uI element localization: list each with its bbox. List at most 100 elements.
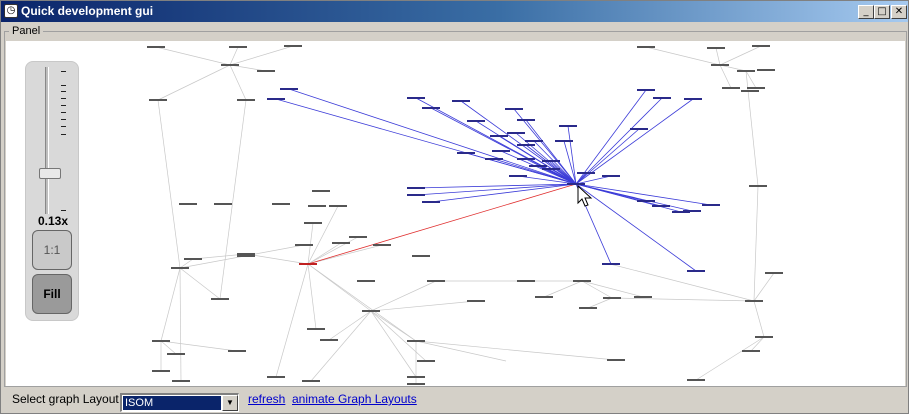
highlighted-node[interactable] [407,97,425,99]
highlighted-node[interactable] [555,140,573,142]
graph-node[interactable] [687,379,705,381]
highlighted-node[interactable] [467,120,485,122]
graph-node[interactable] [349,236,367,238]
highlighted-node[interactable] [280,88,298,90]
graph-node[interactable] [579,307,597,309]
highlighted-node[interactable] [490,135,508,137]
highlighted-node[interactable] [492,150,510,152]
graph-node[interactable] [722,87,740,89]
graph-node[interactable] [634,296,652,298]
graph-node[interactable] [707,47,725,49]
minimize-icon[interactable]: _ [858,5,874,19]
highlighted-node[interactable] [702,204,720,206]
highlighted-node[interactable] [653,97,671,99]
graph-node[interactable] [237,99,255,101]
highlighted-node[interactable] [509,175,527,177]
graph-view[interactable] [6,41,905,386]
graph-node[interactable] [607,359,625,361]
highlighted-node[interactable] [652,205,670,207]
graph-node[interactable] [228,350,246,352]
graph-node[interactable] [295,244,313,246]
graph-node[interactable] [742,350,760,352]
highlighted-node[interactable] [637,200,655,202]
graph-node[interactable] [362,310,380,312]
dropdown-arrow-icon[interactable]: ▼ [222,395,238,411]
highlighted-node[interactable] [672,211,690,213]
maximize-icon[interactable]: □ [874,5,890,19]
graph-node[interactable] [320,339,338,341]
graph-node[interactable] [765,272,783,274]
layout-select[interactable]: ISOM ▼ [120,393,239,412]
graph-node[interactable] [427,280,445,282]
highlighted-node[interactable] [559,125,577,127]
graph-node[interactable] [171,267,189,269]
title-bar[interactable]: ◷ Quick development gui _ □ ✕ [1,1,908,22]
graph-node[interactable] [749,185,767,187]
highlighted-node[interactable] [602,175,620,177]
graph-node[interactable] [167,353,185,355]
highlighted-node[interactable] [529,165,547,167]
graph-node[interactable] [747,87,765,89]
highlighted-node[interactable] [485,158,503,160]
graph-node[interactable] [517,280,535,282]
highlighted-node[interactable] [637,89,655,91]
graph-node[interactable] [312,190,330,192]
graph-node[interactable] [184,258,202,260]
highlighted-node[interactable] [577,172,595,174]
graph-node[interactable] [737,70,755,72]
graph-node[interactable] [407,340,425,342]
highlighted-node[interactable] [452,100,470,102]
graph-node[interactable] [179,203,197,205]
zoom-one-to-one-button[interactable]: 1:1 [32,230,72,270]
zoom-slider-thumb[interactable] [39,168,61,179]
highlighted-node[interactable] [517,119,535,121]
graph-node[interactable] [755,336,773,338]
graph-node[interactable] [573,280,591,282]
highlighted-node[interactable] [517,144,535,146]
graph-node[interactable] [711,64,729,66]
graph-node[interactable] [407,383,425,385]
zoom-fill-button[interactable]: Fill [32,274,72,314]
graph-node[interactable] [757,69,775,71]
graph-node[interactable] [237,255,255,257]
highlighted-node[interactable] [422,201,440,203]
graph-node[interactable] [332,242,350,244]
graph-node[interactable] [284,45,302,47]
graph-node[interactable] [535,296,553,298]
highlighted-node[interactable] [602,263,620,265]
graph-node[interactable] [467,300,485,302]
graph-node[interactable] [211,298,229,300]
highlighted-node[interactable] [422,107,440,109]
graph-node[interactable] [172,380,190,382]
highlighted-node[interactable] [407,187,425,189]
graph-node[interactable] [147,46,165,48]
graph-node[interactable] [257,70,275,72]
graph-node[interactable] [603,297,621,299]
graph-node[interactable] [304,222,322,224]
highlighted-node[interactable] [542,168,560,170]
graph-node[interactable] [267,376,285,378]
zoom-slider-track[interactable] [45,67,49,214]
highlighted-node[interactable] [684,98,702,100]
graph-node[interactable] [741,90,759,92]
graph-node[interactable] [237,253,255,255]
highlighted-node[interactable] [525,140,543,142]
animate-graph-layouts-link[interactable]: animate Graph Layouts [292,392,417,406]
graph-node[interactable] [307,328,325,330]
graph-node[interactable] [373,244,391,246]
highlighted-node[interactable] [407,194,425,196]
graph-node[interactable] [752,45,770,47]
graph-node[interactable] [329,205,347,207]
hub-node[interactable] [567,183,585,185]
graph-node[interactable] [214,203,232,205]
graph-node[interactable] [152,340,170,342]
refresh-link[interactable]: refresh [248,392,285,406]
close-icon[interactable]: ✕ [891,5,907,19]
graph-node[interactable] [308,205,326,207]
graph-node[interactable] [302,380,320,382]
graph-node[interactable] [407,376,425,378]
graph-node[interactable] [357,280,375,282]
graph-node[interactable] [272,203,290,205]
graph-node[interactable] [221,64,239,66]
graph-node[interactable] [745,300,763,302]
